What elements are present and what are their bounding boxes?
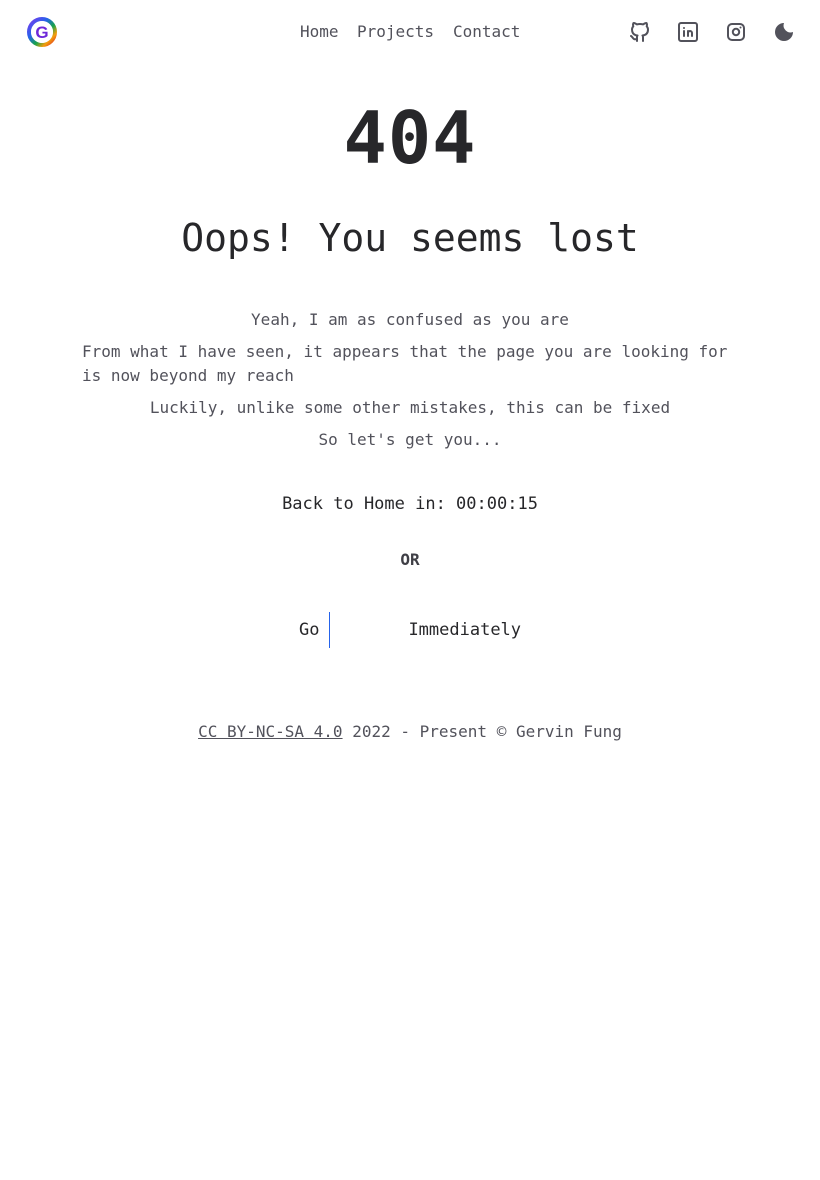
instagram-icon[interactable] (724, 18, 748, 46)
site-header: G Home Projects Contact (0, 0, 820, 64)
nav-home-link[interactable]: Home (300, 20, 357, 44)
typing-caret (329, 612, 331, 648)
or-divider: OR (400, 550, 420, 569)
go-home-line: Go Immediately (0, 612, 820, 648)
github-icon[interactable] (628, 18, 652, 46)
copyright-text: 2022 - Present © Gervin Fung (342, 722, 622, 741)
nav-projects-link[interactable]: Projects (357, 20, 453, 44)
not-found-content: 404 Oops! You seems lost Yeah, I am as c… (0, 96, 820, 744)
go-immediately-link[interactable]: Immediately (408, 618, 521, 642)
logo-icon[interactable]: G (26, 16, 58, 48)
moon-icon[interactable] (772, 18, 796, 46)
site-footer: CC BY-NC-SA 4.0 2022 - Present © Gervin … (0, 720, 820, 744)
message-line: Luckily, unlike some other mistakes, thi… (149, 398, 671, 417)
license-link[interactable]: CC BY-NC-SA 4.0 (198, 722, 343, 741)
error-code: 404 (343, 96, 477, 180)
message-line: From what I have seen, it appears that t… (82, 342, 728, 385)
svg-text:G: G (35, 23, 48, 42)
social-icons (628, 18, 796, 46)
nav-contact-link[interactable]: Contact (453, 20, 523, 44)
message-line: So let's get you... (318, 430, 502, 449)
linkedin-icon[interactable] (676, 18, 700, 46)
home-countdown: Back to Home in: 00:00:15 (282, 494, 538, 514)
page-title: Oops! You seems lost (181, 216, 639, 260)
go-label: Go (298, 620, 320, 640)
main-nav: Home Projects Contact (300, 20, 523, 44)
message-line: Yeah, I am as confused as you are (251, 310, 569, 329)
